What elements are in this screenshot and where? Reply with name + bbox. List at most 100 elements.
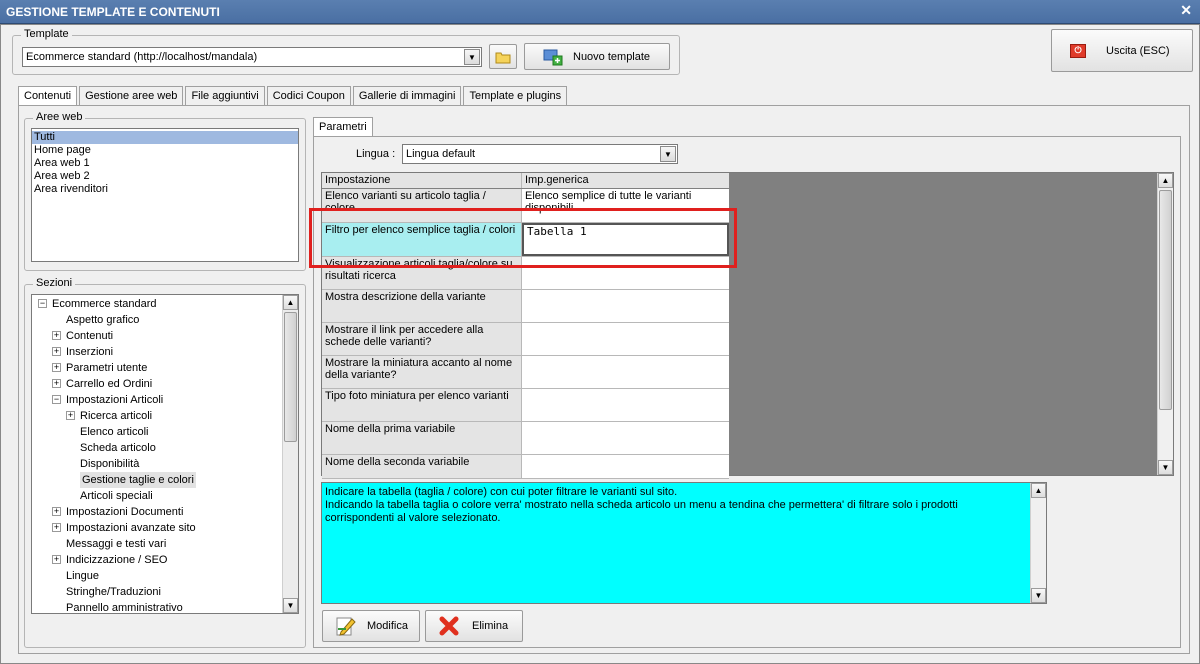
tree-node[interactable]: Impostazioni Articoli <box>66 392 163 408</box>
tab-file-aggiuntivi[interactable]: File aggiuntivi <box>185 86 265 106</box>
table-row[interactable]: Mostra descrizione della variante <box>322 290 729 323</box>
tree-expander-icon[interactable]: + <box>52 523 61 532</box>
value-cell[interactable] <box>522 290 729 322</box>
tree-node[interactable]: Impostazioni avanzate sito <box>66 520 196 536</box>
value-cell[interactable] <box>522 323 729 355</box>
tree-expander-icon[interactable]: + <box>52 507 61 516</box>
list-item[interactable]: Tutti <box>32 131 298 144</box>
scroll-down-icon[interactable]: ▼ <box>1158 460 1173 475</box>
tree-scrollbar[interactable]: ▲ ▼ <box>282 295 298 613</box>
tree-node[interactable]: Inserzioni <box>66 344 113 360</box>
tree-node[interactable]: Elenco articoli <box>80 424 148 440</box>
tree-node[interactable]: Messaggi e testi vari <box>66 536 166 552</box>
description-text: Indicare la tabella (taglia / colore) co… <box>325 486 958 524</box>
list-item[interactable]: Home page <box>32 144 298 157</box>
value-cell[interactable] <box>522 455 729 478</box>
value-cell[interactable] <box>522 356 729 388</box>
lingua-value: Lingua default <box>406 148 476 160</box>
tree-expander-icon[interactable]: − <box>52 395 61 404</box>
tab-gestione-aree-web[interactable]: Gestione aree web <box>79 86 184 106</box>
lingua-combo[interactable]: Lingua default ▼ <box>402 144 678 164</box>
template-combo[interactable]: Ecommerce standard (http://localhost/man… <box>22 47 482 67</box>
list-item[interactable]: Area web 1 <box>32 157 298 170</box>
template-combo-value: Ecommerce standard (http://localhost/man… <box>26 51 258 63</box>
tree-expander-icon[interactable]: + <box>66 411 75 420</box>
tree-node[interactable]: Lingue <box>66 568 99 584</box>
list-item[interactable]: Area web 2 <box>32 170 298 183</box>
open-folder-button[interactable] <box>489 44 517 69</box>
setting-cell: Mostrare il link per accedere alla sched… <box>322 323 522 355</box>
setting-cell: Mostrare la miniatura accanto al nome de… <box>322 356 522 388</box>
tab-contenuti[interactable]: Contenuti <box>18 86 78 107</box>
tree-expander-icon[interactable]: + <box>52 379 61 388</box>
scroll-down-icon[interactable]: ▼ <box>1031 588 1046 603</box>
tree-node[interactable]: Ecommerce standard <box>52 296 157 312</box>
scroll-thumb[interactable] <box>1159 190 1172 410</box>
tree-node[interactable]: Ricerca articoli <box>80 408 152 424</box>
new-template-label: Nuovo template <box>573 50 651 63</box>
sezioni-tree[interactable]: − Ecommerce standard Aspetto grafico + Conte… <box>31 294 299 614</box>
tree-node[interactable]: Stringhe/Traduzioni <box>66 584 161 600</box>
aree-web-list[interactable]: Tutti Home page Area web 1 Area web 2 Ar… <box>31 128 299 262</box>
setting-cell: Mostra descrizione della variante <box>322 290 522 322</box>
exit-label: Uscita (ESC) <box>1106 44 1170 57</box>
table-row[interactable]: Tipo foto miniatura per elenco varianti <box>322 389 729 422</box>
value-cell[interactable] <box>522 422 729 454</box>
close-icon[interactable]: ✕ <box>1180 2 1192 19</box>
aree-web-label: Aree web <box>33 111 86 123</box>
tab-parametri[interactable]: Parametri <box>313 117 373 138</box>
tree-node[interactable]: Contenuti <box>66 328 113 344</box>
tree-node[interactable]: Pannello amministrativo <box>66 600 183 613</box>
value-cell[interactable] <box>522 389 729 421</box>
tree-expander-icon[interactable]: + <box>52 347 61 356</box>
delete-icon <box>439 616 459 636</box>
tab-gallerie-immagini[interactable]: Gallerie di immagini <box>352 86 462 106</box>
table-row[interactable]: Mostrare la miniatura accanto al nome de… <box>322 356 729 389</box>
edit-icon <box>336 617 356 636</box>
grid-header-setting: Impostazione <box>322 173 522 188</box>
tree-expander-icon[interactable]: − <box>38 299 47 308</box>
elimina-label: Elimina <box>472 620 509 632</box>
elimina-button[interactable]: Elimina <box>425 610 523 642</box>
table-row[interactable]: Nome della seconda variabile <box>322 455 729 479</box>
description-scrollbar[interactable]: ▲ ▼ <box>1030 483 1046 603</box>
scroll-up-icon[interactable]: ▲ <box>283 295 298 310</box>
scroll-thumb[interactable] <box>284 312 297 442</box>
list-item[interactable]: Area rivenditori <box>32 183 298 196</box>
tree-expander-icon[interactable]: + <box>52 331 61 340</box>
setting-cell: Nome della prima variabile <box>322 422 522 454</box>
tree-node[interactable]: Parametri utente <box>66 360 147 376</box>
table-row[interactable]: Nome della prima variabile <box>322 422 729 455</box>
scroll-up-icon[interactable]: ▲ <box>1158 173 1173 188</box>
scroll-up-icon[interactable]: ▲ <box>1031 483 1046 498</box>
grid-header-value: Imp.generica <box>522 173 729 188</box>
table-row[interactable]: Mostrare il link per accedere alla sched… <box>322 323 729 356</box>
new-template-button[interactable]: Nuovo template <box>524 43 670 70</box>
scroll-down-icon[interactable]: ▼ <box>283 598 298 613</box>
tab-codici-coupon[interactable]: Codici Coupon <box>266 86 351 106</box>
sezioni-label: Sezioni <box>33 277 76 289</box>
grid-scrollbar[interactable]: ▲ ▼ <box>1157 173 1173 475</box>
tree-node[interactable]: Scheda articolo <box>80 440 156 456</box>
lingua-label: Lingua : <box>356 148 396 160</box>
tab-template-plugins[interactable]: Template e plugins <box>463 86 568 106</box>
tree-node[interactable]: Indicizzazione / SEO <box>66 552 168 568</box>
grid-header: Impostazione Imp.generica <box>322 173 729 188</box>
template-group-label: Template <box>21 28 72 40</box>
exit-button[interactable]: ⏻ Uscita (ESC) <box>1051 29 1193 72</box>
add-template-icon <box>543 49 563 65</box>
modifica-button[interactable]: Modifica <box>322 610 420 642</box>
window-title: GESTIONE TEMPLATE E CONTENUTI <box>6 5 220 19</box>
tree-node[interactable]: Impostazioni Documenti <box>66 504 183 520</box>
tree-node[interactable]: Gestione taglie e colori <box>80 472 196 488</box>
chevron-down-icon[interactable]: ▼ <box>660 146 676 162</box>
tree-node[interactable]: Disponibilità <box>80 456 139 472</box>
tree-expander-icon[interactable]: + <box>52 363 61 372</box>
parametri-tabs: Parametri <box>313 117 375 138</box>
tree-node[interactable]: Aspetto grafico <box>66 312 139 328</box>
tree-expander-icon[interactable]: + <box>52 555 61 564</box>
tree-node[interactable]: Articoli speciali <box>80 488 153 504</box>
power-icon: ⏻ <box>1070 43 1086 58</box>
tree-node[interactable]: Carrello ed Ordini <box>66 376 152 392</box>
chevron-down-icon[interactable]: ▼ <box>464 49 480 65</box>
